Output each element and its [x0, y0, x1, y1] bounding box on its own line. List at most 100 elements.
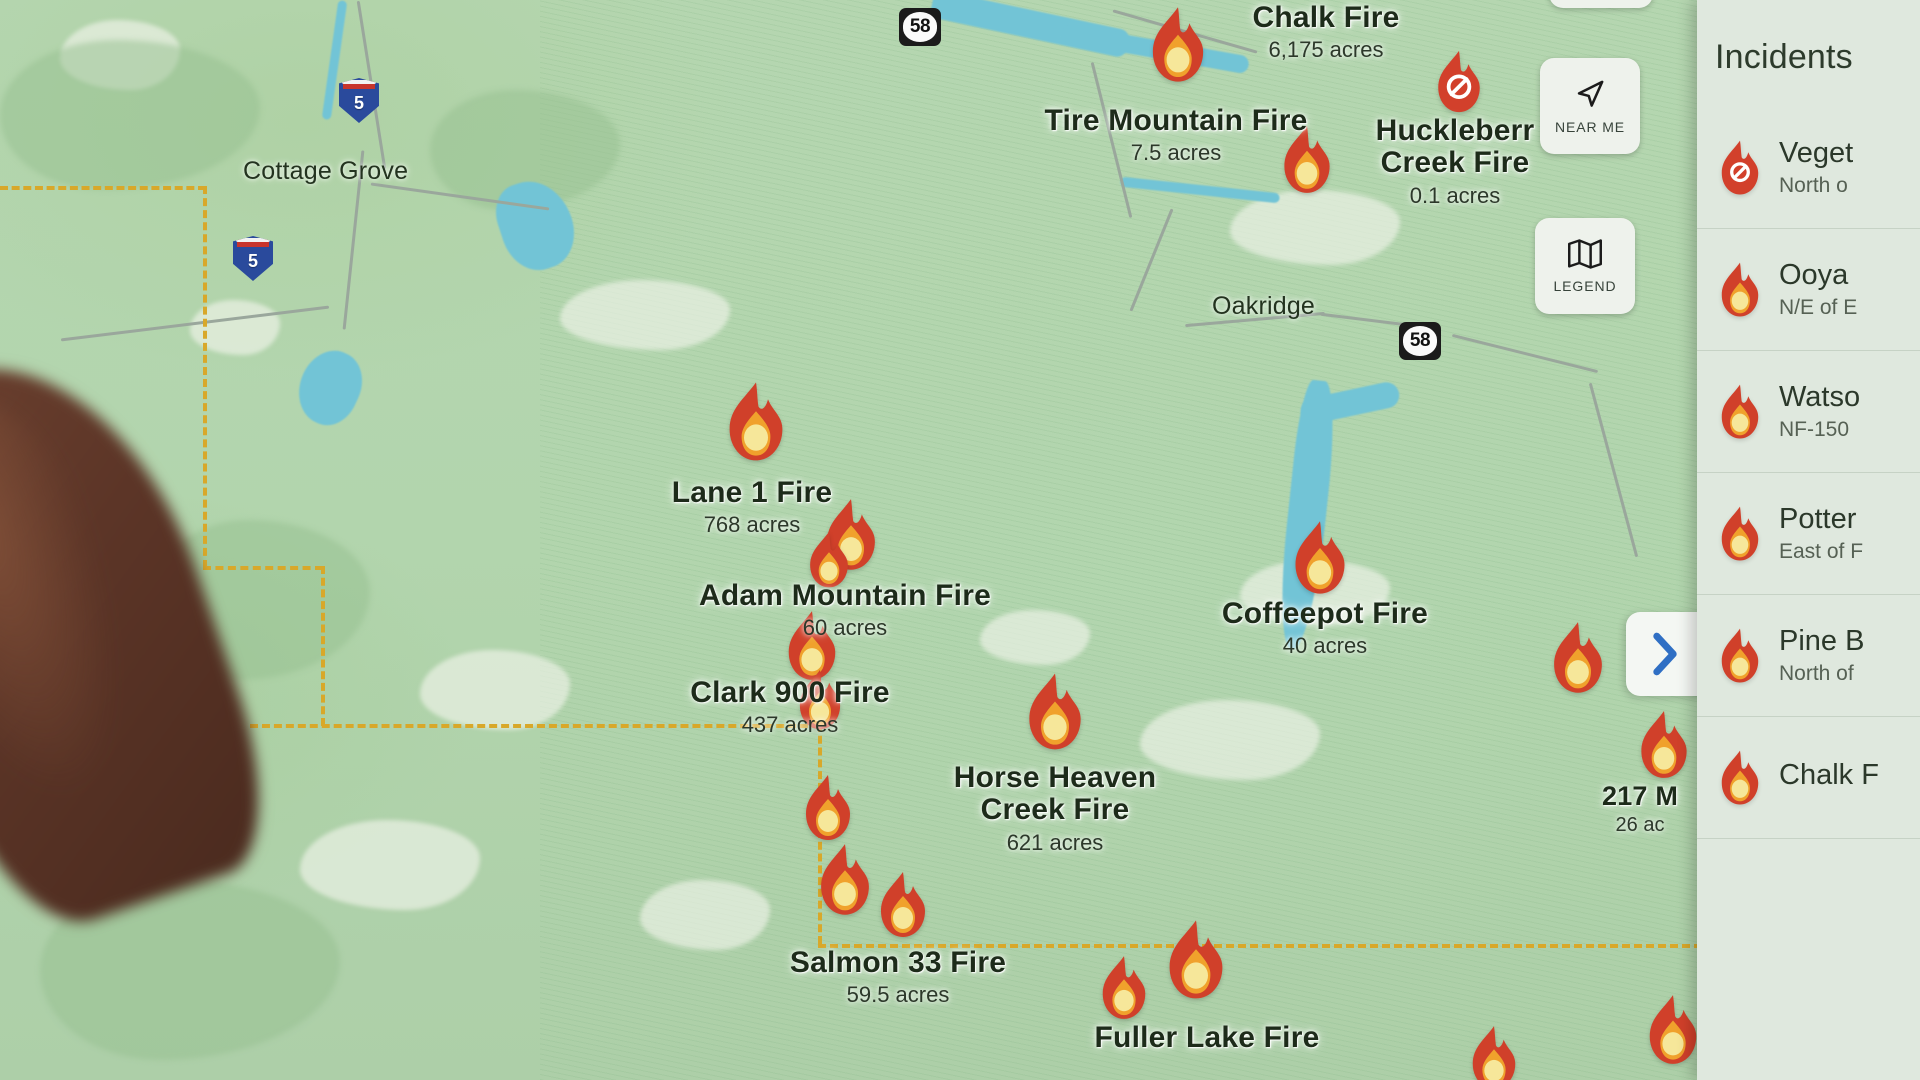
fire-marker[interactable]	[1465, 1024, 1523, 1080]
incident-text: Ooya N/E of E	[1779, 259, 1857, 320]
fire-marker-fuller-lake[interactable]	[1160, 918, 1232, 1002]
flame-icon	[1152, 7, 1204, 82]
incident-list-item[interactable]: Pine B North of	[1697, 595, 1920, 717]
fire-marker-horse-heaven-creek[interactable]	[1020, 671, 1090, 753]
fire-label-chalk: Chalk Fire 6,175 acres	[1252, 1, 1400, 63]
flame-icon	[1715, 261, 1765, 319]
flame-icon	[1029, 673, 1081, 750]
fire-marker-coffeepot[interactable]	[1286, 519, 1354, 597]
incident-list-item[interactable]: Ooya N/E of E	[1697, 229, 1920, 351]
flame-icon	[806, 775, 850, 840]
fire-name-line2: Creek Fire	[1380, 146, 1530, 180]
route-shield-number: 5	[353, 93, 364, 113]
incident-list: Veget North o Ooya N/E of E Watso NF-150…	[1697, 107, 1920, 839]
fire-acres: 7.5 acres	[1130, 140, 1222, 166]
fire-marker[interactable]	[792, 668, 848, 732]
fire-acres: 26 ac	[1615, 814, 1665, 837]
flame-icon	[1715, 749, 1765, 807]
flame-icon	[1649, 995, 1697, 1064]
county-boundary	[203, 186, 207, 568]
flame-icon	[1554, 622, 1602, 693]
flame-icon	[810, 531, 848, 588]
route-shield-number: 58	[1403, 326, 1437, 356]
fire-label-horse-heaven-creek: Horse Heaven Creek Fire 621 acres	[953, 761, 1157, 856]
fire-marker[interactable]	[803, 530, 855, 590]
river-segment	[1119, 176, 1281, 204]
place-label-cottage-grove: Cottage Grove	[243, 157, 409, 185]
fire-marker-salmon-33[interactable]	[812, 842, 878, 918]
incident-list-item[interactable]: Watso NF-150	[1697, 351, 1920, 473]
fire-name: Fuller Lake Fire	[1094, 1021, 1320, 1054]
fire-name: Lane 1 Fire	[671, 476, 833, 509]
fire-marker-huckleberry-creek[interactable]	[1430, 49, 1488, 115]
flame-icon	[1641, 711, 1687, 778]
flame-icon	[729, 382, 783, 461]
river-segment	[929, 0, 1131, 59]
near-me-button[interactable]: NEAR ME	[1540, 58, 1640, 154]
fire-label-217m: 217 M 26 ac	[1601, 781, 1679, 837]
flame-icon	[1169, 920, 1223, 999]
terrain-blob	[1230, 190, 1400, 265]
fire-name: Chalk Fire	[1252, 1, 1400, 34]
fire-marker-lane-1[interactable]	[720, 380, 792, 464]
road	[1090, 62, 1133, 218]
navigation-arrow-icon	[1577, 80, 1604, 107]
fire-marker-217m[interactable]	[1545, 620, 1611, 696]
fire-name-line1: Horse Heaven	[953, 761, 1157, 794]
terrain-blob	[560, 280, 730, 350]
fire-marker[interactable]	[1633, 709, 1695, 781]
incident-text: Watso NF-150	[1779, 381, 1860, 442]
flame-icon	[1295, 521, 1345, 594]
route-shield-or58[interactable]: 58	[1399, 322, 1441, 360]
incident-text: Chalk F	[1779, 759, 1879, 796]
fire-label-huckleberry-creek: Huckleberr Creek Fire 0.1 acres	[1376, 114, 1535, 209]
road	[1588, 382, 1639, 558]
fire-marker-tire-mountain[interactable]	[1276, 124, 1338, 196]
fire-marker-chalk[interactable]	[1143, 5, 1213, 85]
incident-location: North of	[1779, 662, 1854, 686]
flame-restricted-icon	[1715, 139, 1765, 197]
flame-icon	[1102, 956, 1146, 1019]
fire-marker[interactable]	[873, 870, 933, 940]
legend-button[interactable]: LEGEND	[1535, 218, 1635, 314]
county-boundary	[0, 186, 206, 190]
flame-icon	[1715, 627, 1765, 685]
fire-label-clark-900: Clark 900 Fire 437 acres	[690, 676, 890, 738]
incident-list-item[interactable]: Potter East of F	[1697, 473, 1920, 595]
fire-acres: 6,175 acres	[1268, 37, 1384, 63]
incident-list-item[interactable]: Chalk F	[1697, 717, 1920, 839]
route-shield-or58[interactable]: 58	[899, 8, 941, 46]
map-canvas[interactable]: Cottage Grove Oakridge 5 5 58 58 Chalk F…	[0, 0, 1920, 1080]
terrain-blob	[640, 880, 770, 950]
expand-panel-button[interactable]	[1626, 612, 1704, 696]
fire-marker[interactable]	[1641, 993, 1705, 1067]
route-shield-i5[interactable]: 5	[233, 236, 273, 281]
terrain-blob	[150, 520, 370, 680]
incident-location: NF-150	[1779, 418, 1850, 442]
flame-icon	[1715, 383, 1765, 441]
map-control-partial-card[interactable]	[1549, 0, 1653, 8]
route-shield-i5[interactable]: 5	[339, 78, 379, 123]
app-screen: Cottage Grove Oakridge 5 5 58 58 Chalk F…	[0, 0, 1920, 1080]
fire-marker[interactable]	[798, 773, 858, 843]
road	[1451, 333, 1599, 374]
fire-acres: 40 acres	[1282, 633, 1368, 659]
terrain-blob	[300, 820, 480, 910]
incident-name: Potter	[1779, 502, 1857, 535]
incident-text: Veget North o	[1779, 137, 1853, 198]
fire-acres: 59.5 acres	[846, 982, 950, 1008]
route-shield-number: 58	[903, 12, 937, 42]
terrain-blob	[1140, 700, 1320, 780]
incident-name: Ooya	[1779, 258, 1849, 291]
fire-name: 217 M	[1601, 781, 1679, 811]
terrain-blob	[40, 880, 340, 1060]
flame-restricted-icon	[1438, 50, 1480, 113]
incident-name: Chalk F	[1779, 758, 1879, 791]
near-me-label: NEAR ME	[1554, 119, 1626, 135]
fire-acres: 0.1 acres	[1409, 182, 1501, 208]
incident-name: Watso	[1779, 380, 1861, 413]
incident-name: Pine B	[1779, 624, 1865, 657]
incident-list-item[interactable]: Veget North o	[1697, 107, 1920, 229]
incident-text: Potter East of F	[1779, 503, 1863, 564]
fire-marker[interactable]	[1095, 954, 1153, 1022]
